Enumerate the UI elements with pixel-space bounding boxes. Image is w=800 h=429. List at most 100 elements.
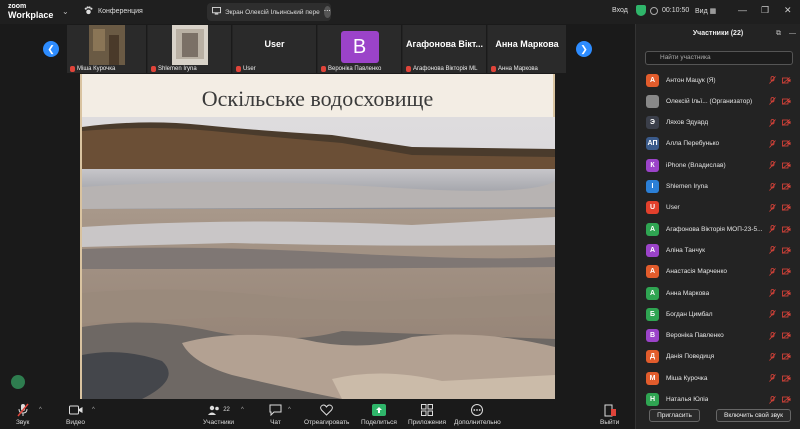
thumbs-prev-button[interactable]: ❮ [43,41,59,57]
camera-off-icon [782,97,791,105]
mic-muted-icon [321,66,326,72]
thumb-tile[interactable]: В Вероніка Павленко [318,25,402,73]
timer-text: 00:10:50 [662,7,690,14]
participant-row[interactable]: А Анна Маркова [636,283,800,303]
apps-button[interactable]: Приложения [408,403,446,426]
screen-share-pill[interactable]: Экран Олексій Ільинський пере ⋯ [207,3,331,21]
annotate-pen-icon[interactable] [11,375,25,389]
chevron-down-icon[interactable]: ⌄ [62,7,69,16]
popout-icon[interactable]: ⧉ [776,30,781,38]
minimize-panel-icon[interactable]: — [789,30,796,37]
avatar: U [646,201,659,215]
participant-row[interactable]: А Аліна Танчук [636,240,800,260]
unmute-button[interactable]: Включить свой звук [716,409,791,422]
close-icon[interactable]: ✕ [784,5,792,16]
participant-row[interactable]: А Агафонова Вікторія МОП-23-5... [636,219,800,239]
leave-button[interactable]: Выйти [600,403,619,426]
video-button[interactable]: Видео [66,403,85,426]
avatar: Б [646,307,659,321]
conference-label: Конференция [98,8,143,15]
slide-photo [82,117,555,399]
avatar: В [340,31,379,63]
enter-label[interactable]: Вход [612,7,628,14]
participant-row[interactable]: А Антон Мацук (Я) [636,70,800,90]
thumb-tile[interactable]: Агафонова Вікт... Агафонова Вікторія МL [403,25,487,73]
view-menu[interactable]: Вид ▦ [695,7,716,15]
camera-off-icon [782,332,791,339]
participant-name: iPhone (Владислав) [666,161,726,169]
participant-row[interactable]: КiPhone (Владислав) [636,155,800,175]
participant-name: Богдан Цимбал [666,310,713,318]
participant-row[interactable]: Д Данія Поведиця [636,347,800,367]
camera-off-icon [782,119,791,126]
audio-options-icon[interactable]: ^ [39,407,42,413]
chat-icon [269,403,282,417]
more-options-icon[interactable]: ⋯ [323,6,331,18]
maximize-icon[interactable]: ❐ [761,5,769,16]
screen-share-icon [212,7,221,17]
avatar: В [646,329,659,343]
meeting-toolbar: Звук ^ Видео ^ 22 Участники ^ Чат ^ Отре… [0,399,635,429]
search-input[interactable]: Найти участника [645,51,793,65]
avatar: Э [646,116,659,130]
participant-row[interactable]: М Міша Курочка [636,368,800,388]
participant-name: Алла Перебунько [666,140,720,148]
participant-row[interactable]: U User [636,198,800,218]
mic-muted-icon [70,66,75,72]
mic-muted-icon [769,203,776,212]
participant-row[interactable]: А Анастасія Марченко [636,262,800,282]
thumb-tile[interactable]: Анна Маркова Анна Маркова [488,25,567,73]
participants-options-icon[interactable]: ^ [241,407,244,413]
mic-muted-icon [769,352,776,361]
thumb-tile[interactable]: User User [233,25,317,73]
mic-muted-icon [769,139,776,148]
participants-icon [208,405,219,415]
camera-off-icon [782,289,791,297]
more-button[interactable]: Дополнительно [454,403,501,426]
minimize-icon[interactable]: — [738,5,747,15]
participant-video [88,25,125,65]
camera-off-icon [782,225,791,233]
chat-button[interactable]: Чат [269,403,282,426]
security-shield-icon[interactable] [636,5,646,16]
avatar: А [646,73,659,87]
slide-title: Оскільське водосховище [201,86,434,111]
thumb-tile[interactable]: Міша Курочка [67,25,147,73]
mic-muted-icon [769,331,776,340]
top-bar: zoom Workplace ⌄ Конференция Экран Олекс… [0,0,800,24]
participant-name: Наталья Юліа [666,396,709,403]
participant-row[interactable]: Н Наталья Юліа [636,390,800,410]
invite-button[interactable]: Пригласить [649,409,700,422]
video-options-icon[interactable]: ^ [92,407,95,413]
chat-options-icon[interactable]: ^ [288,407,291,413]
participant-row[interactable]: Э Ляхов Эдуард [636,113,800,133]
participant-row[interactable]: Б Богдан Цимбал [636,304,800,324]
apps-icon [421,403,434,417]
share-button[interactable]: Поделиться [361,403,397,426]
participant-row[interactable]: В Вероніка Павленко [636,326,800,346]
mic-muted-icon [769,267,776,276]
grid-icon: ▦ [709,8,717,15]
react-button[interactable]: Отреагировать [304,403,349,426]
avatar: М [646,371,659,385]
mic-muted-icon [491,66,496,72]
audio-button[interactable]: Звук [16,403,29,426]
participant-row[interactable]: АП Алла Перебунько [636,134,800,154]
thumb-tile[interactable]: Shlemen Iryna [148,25,232,73]
thumbs-next-button[interactable]: ❯ [576,41,592,57]
camera-off-icon [782,396,791,403]
mic-muted-icon [769,246,776,255]
avatar: А [646,243,659,257]
mic-muted-icon [769,118,776,127]
avatar: А [646,222,659,236]
participants-button[interactable]: 22 Участники [203,403,234,426]
participant-row[interactable]: I Shlemen Iryna [636,177,800,197]
participant-name: Анна Маркова [666,289,710,297]
shared-screen: Оскільське водосховище [80,74,555,399]
conference-menu[interactable]: Конференция [84,6,143,17]
camera-off-icon [782,183,791,190]
share-screen-icon [371,403,386,417]
mic-muted-icon [769,225,776,233]
camera-off-icon [782,161,791,169]
participant-row[interactable]: Олексій Ільї... (Организатор) [636,91,800,111]
